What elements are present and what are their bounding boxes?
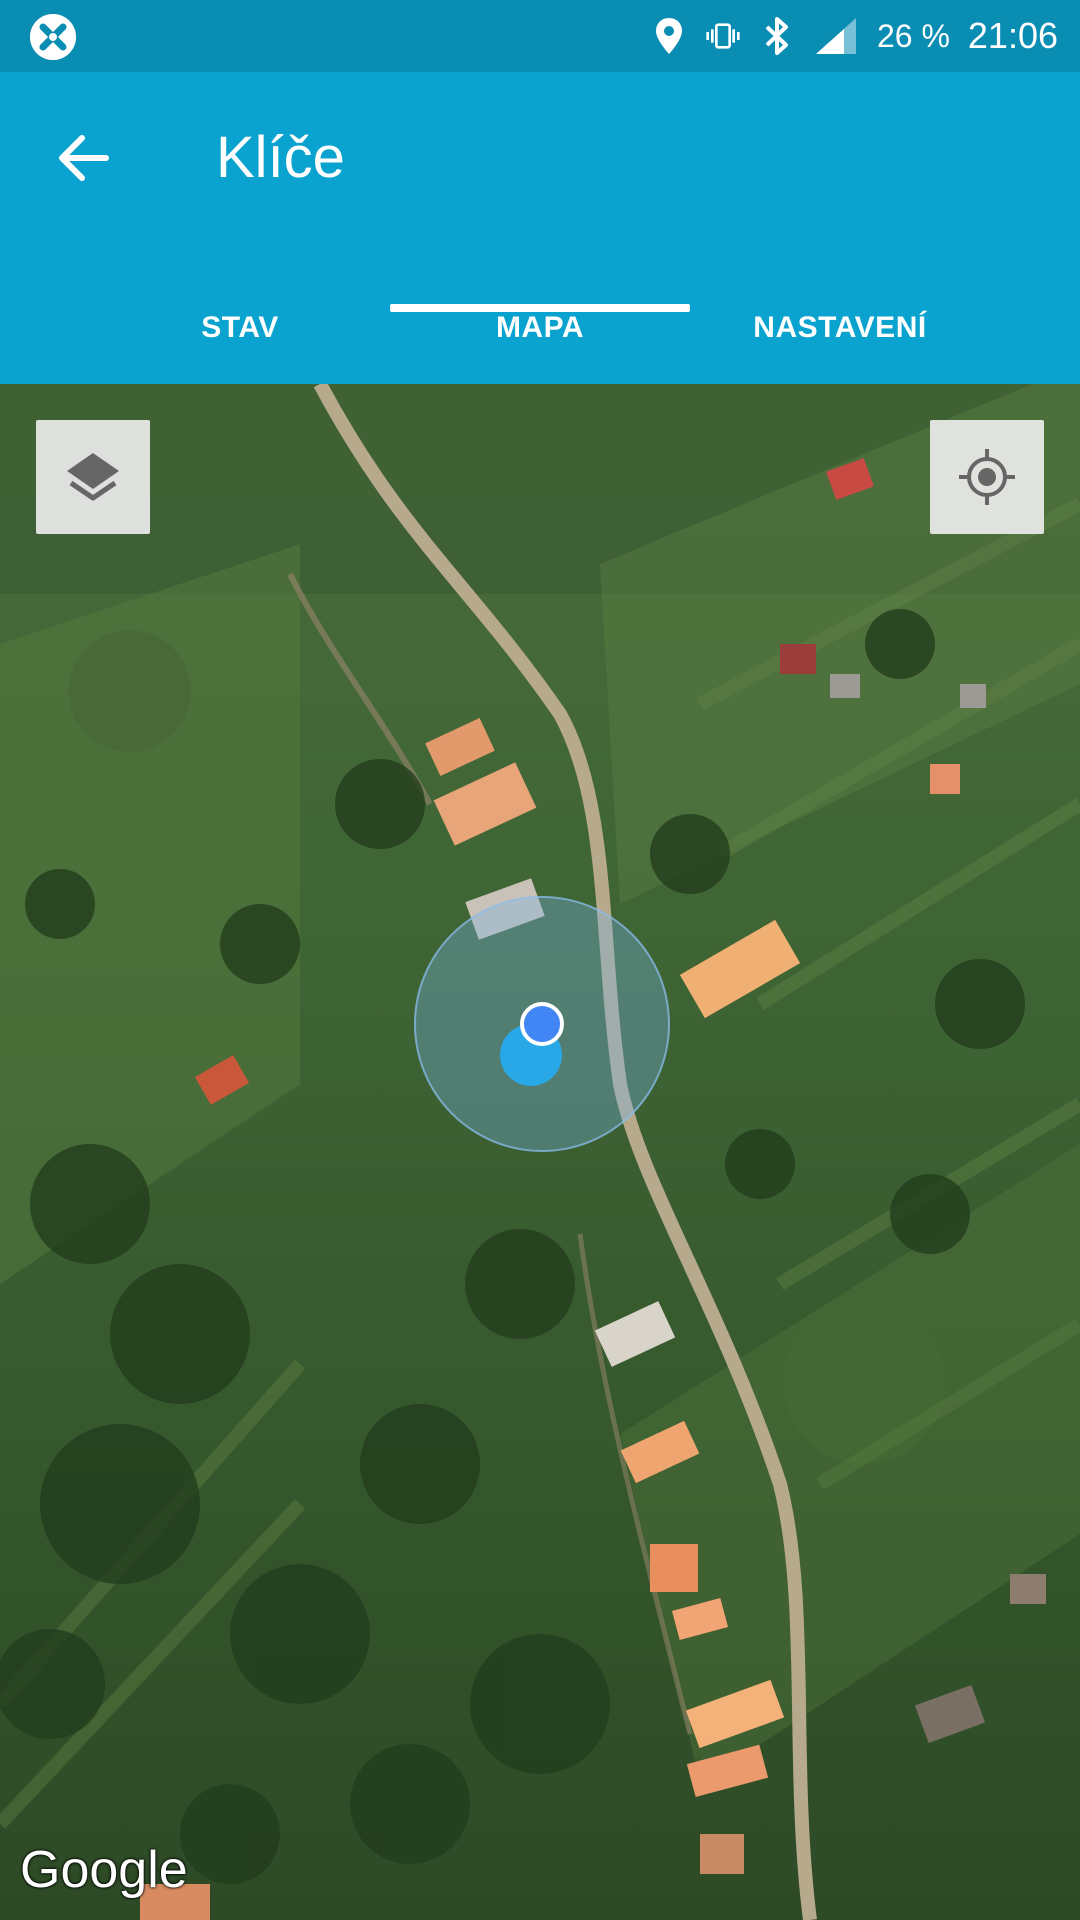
arrow-back-icon	[59, 135, 109, 181]
layers-icon	[67, 453, 119, 501]
signal-icon	[813, 16, 859, 56]
bluetooth-icon	[759, 16, 795, 56]
my-location-button[interactable]	[930, 420, 1044, 534]
tab-stav[interactable]: STAV	[90, 272, 390, 384]
layers-button[interactable]	[36, 420, 150, 534]
satellite-imagery	[0, 384, 1080, 1920]
page-title: Klíče	[216, 125, 345, 190]
location-icon	[651, 16, 687, 56]
vibrate-icon	[705, 16, 741, 56]
tab-nastaveni[interactable]: NASTAVENÍ	[690, 272, 990, 384]
app-bar: Klíče STAV MAPA NASTAVENÍ	[0, 72, 1080, 384]
tab-indicator	[390, 304, 690, 312]
tab-bar: STAV MAPA NASTAVENÍ	[0, 272, 1080, 384]
map-view[interactable]: Google	[0, 384, 1080, 1920]
app-notification-icon	[30, 14, 76, 60]
status-bar: 26 % 21:06	[0, 0, 1080, 72]
clock: 21:06	[967, 15, 1058, 56]
back-button[interactable]	[52, 126, 116, 190]
tab-mapa[interactable]: MAPA	[390, 272, 690, 384]
google-attribution: Google	[20, 1841, 188, 1899]
my-location-dot	[520, 1002, 564, 1046]
my-location-icon	[959, 449, 1015, 505]
battery-percentage: 26 %	[876, 17, 950, 54]
